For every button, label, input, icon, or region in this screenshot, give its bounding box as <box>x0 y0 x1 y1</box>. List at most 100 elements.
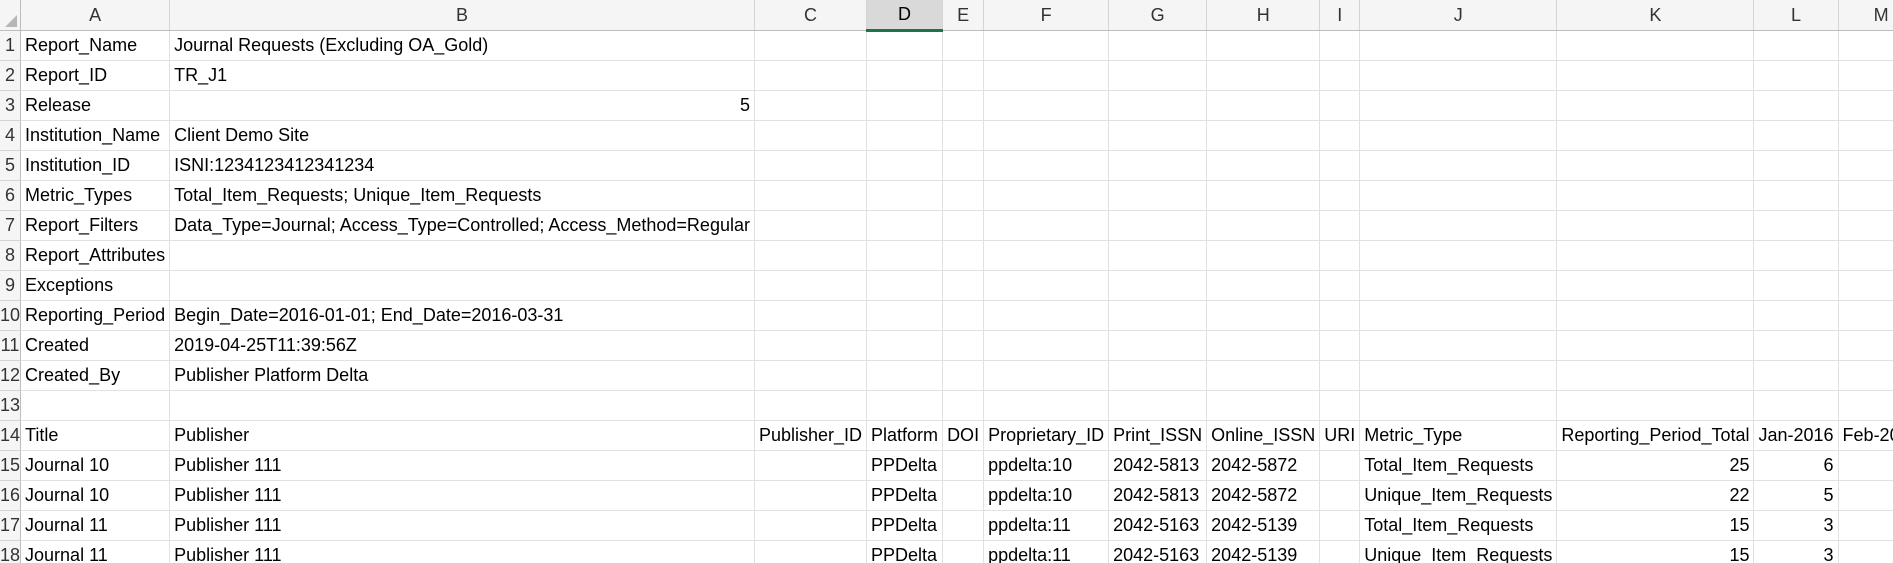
cell-g17[interactable]: 2042-5163 <box>1108 510 1208 541</box>
cell-i13[interactable] <box>1319 390 1361 421</box>
cell-b13[interactable] <box>169 390 755 421</box>
row-header[interactable]: 18 <box>0 540 22 563</box>
cell-g8[interactable] <box>1108 240 1208 271</box>
cell-c2[interactable] <box>754 60 868 91</box>
cell-f13[interactable] <box>983 390 1110 421</box>
cell-g4[interactable] <box>1108 120 1208 151</box>
cell-f16[interactable]: ppdelta:10 <box>983 480 1110 511</box>
cell-b9[interactable] <box>169 270 755 301</box>
cell-i15[interactable] <box>1319 450 1361 481</box>
cell-m14[interactable]: Feb-2016 <box>1838 420 1893 451</box>
cell-h12[interactable] <box>1206 360 1321 391</box>
cell-c14[interactable]: Publisher_ID <box>754 420 868 451</box>
column-header-e[interactable]: E <box>942 0 985 31</box>
cell-f11[interactable] <box>983 330 1110 361</box>
cell-i6[interactable] <box>1319 180 1361 211</box>
cell-e5[interactable] <box>942 150 985 181</box>
cell-h11[interactable] <box>1206 330 1321 361</box>
cell-h16[interactable]: 2042-5872 <box>1206 480 1321 511</box>
cell-a16[interactable]: Journal 10 <box>20 480 171 511</box>
cell-k16[interactable]: 22 <box>1556 480 1755 511</box>
cell-k14[interactable]: Reporting_Period_Total <box>1556 420 1755 451</box>
cell-l6[interactable] <box>1753 180 1839 211</box>
cell-f2[interactable] <box>983 60 1110 91</box>
cell-a3[interactable]: Release <box>20 90 171 121</box>
cell-i10[interactable] <box>1319 300 1361 331</box>
cell-h6[interactable] <box>1206 180 1321 211</box>
cell-b2[interactable]: TR_J1 <box>169 60 755 91</box>
cell-b11[interactable]: 2019-04-25T11:39:56Z <box>169 330 755 361</box>
cell-h3[interactable] <box>1206 90 1321 121</box>
cell-j5[interactable] <box>1359 150 1558 181</box>
cell-j15[interactable]: Total_Item_Requests <box>1359 450 1558 481</box>
row-header[interactable]: 17 <box>0 510 22 541</box>
cell-i2[interactable] <box>1319 60 1361 91</box>
cell-k13[interactable] <box>1556 390 1755 421</box>
cell-k9[interactable] <box>1556 270 1755 301</box>
cell-d3[interactable] <box>866 90 944 121</box>
cell-e18[interactable] <box>942 540 985 563</box>
cell-d11[interactable] <box>866 330 944 361</box>
cell-a5[interactable]: Institution_ID <box>20 150 171 181</box>
cell-m11[interactable] <box>1838 330 1893 361</box>
cell-l7[interactable] <box>1753 210 1839 241</box>
cell-e13[interactable] <box>942 390 985 421</box>
cell-m1[interactable] <box>1838 30 1893 61</box>
cell-f5[interactable] <box>983 150 1110 181</box>
cell-a9[interactable]: Exceptions <box>20 270 171 301</box>
cell-a15[interactable]: Journal 10 <box>20 450 171 481</box>
cell-k6[interactable] <box>1556 180 1755 211</box>
cell-g5[interactable] <box>1108 150 1208 181</box>
cell-e4[interactable] <box>942 120 985 151</box>
cell-i16[interactable] <box>1319 480 1361 511</box>
column-header-i[interactable]: I <box>1319 0 1361 31</box>
cell-a18[interactable]: Journal 11 <box>20 540 171 563</box>
cell-i9[interactable] <box>1319 270 1361 301</box>
cell-b16[interactable]: Publisher 111 <box>169 480 755 511</box>
cell-l9[interactable] <box>1753 270 1839 301</box>
cell-l10[interactable] <box>1753 300 1839 331</box>
cell-g18[interactable]: 2042-5163 <box>1108 540 1208 563</box>
cell-j9[interactable] <box>1359 270 1558 301</box>
cell-k10[interactable] <box>1556 300 1755 331</box>
cell-h2[interactable] <box>1206 60 1321 91</box>
cell-h1[interactable] <box>1206 30 1321 61</box>
cell-l5[interactable] <box>1753 150 1839 181</box>
row-header[interactable]: 12 <box>0 360 22 391</box>
cell-b6[interactable]: Total_Item_Requests; Unique_Item_Request… <box>169 180 755 211</box>
row-header[interactable]: 13 <box>0 390 22 421</box>
cell-j4[interactable] <box>1359 120 1558 151</box>
cell-m5[interactable] <box>1838 150 1893 181</box>
cell-j18[interactable]: Unique_Item_Requests <box>1359 540 1558 563</box>
cell-a4[interactable]: Institution_Name <box>20 120 171 151</box>
cell-h4[interactable] <box>1206 120 1321 151</box>
cell-i3[interactable] <box>1319 90 1361 121</box>
cell-f9[interactable] <box>983 270 1110 301</box>
cell-b18[interactable]: Publisher 111 <box>169 540 755 563</box>
cell-k4[interactable] <box>1556 120 1755 151</box>
row-header[interactable]: 3 <box>0 90 22 121</box>
cell-f8[interactable] <box>983 240 1110 271</box>
cell-g10[interactable] <box>1108 300 1208 331</box>
cell-c18[interactable] <box>754 540 868 563</box>
cell-f18[interactable]: ppdelta:11 <box>983 540 1110 563</box>
cell-c6[interactable] <box>754 180 868 211</box>
cell-j8[interactable] <box>1359 240 1558 271</box>
cell-g3[interactable] <box>1108 90 1208 121</box>
cell-d13[interactable] <box>866 390 944 421</box>
column-header-f[interactable]: F <box>983 0 1110 31</box>
column-header-c[interactable]: C <box>754 0 868 31</box>
cell-d14[interactable]: Platform <box>866 420 944 451</box>
row-header[interactable]: 9 <box>0 270 22 301</box>
cell-h8[interactable] <box>1206 240 1321 271</box>
cell-k1[interactable] <box>1556 30 1755 61</box>
cell-c17[interactable] <box>754 510 868 541</box>
cell-j7[interactable] <box>1359 210 1558 241</box>
cell-l14[interactable]: Jan-2016 <box>1753 420 1839 451</box>
cell-m2[interactable] <box>1838 60 1893 91</box>
column-header-b[interactable]: B <box>169 0 755 31</box>
cell-h10[interactable] <box>1206 300 1321 331</box>
cell-e1[interactable] <box>942 30 985 61</box>
cell-e11[interactable] <box>942 330 985 361</box>
cell-b17[interactable]: Publisher 111 <box>169 510 755 541</box>
